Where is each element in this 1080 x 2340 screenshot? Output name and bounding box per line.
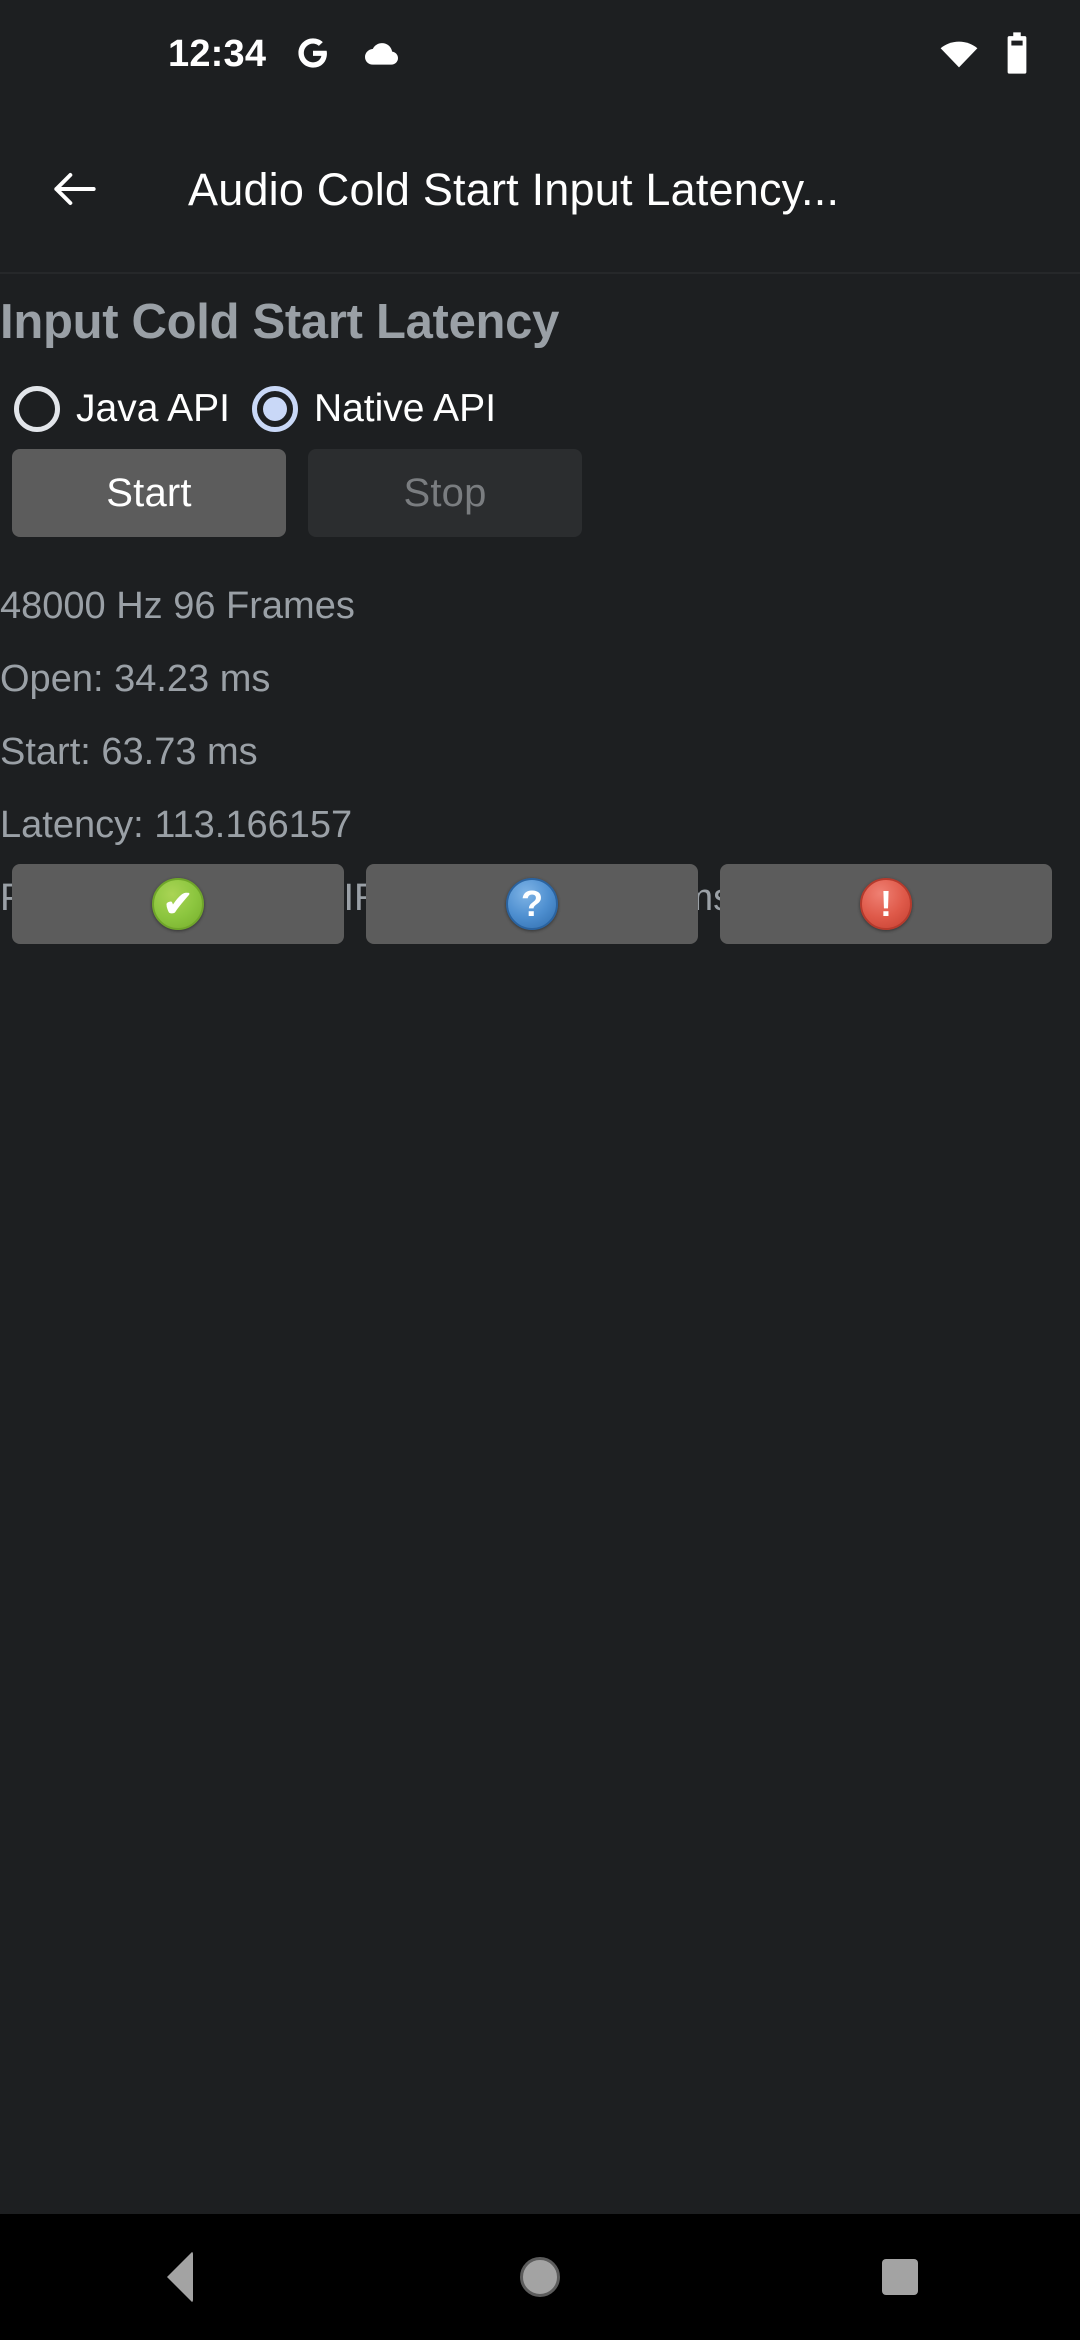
section-title: Input Cold Start Latency <box>0 295 560 349</box>
exclamation-circle-icon: ! <box>860 878 912 930</box>
nav-recents-icon <box>882 2259 918 2295</box>
action-button-row: Start Stop <box>12 449 582 537</box>
pass-button[interactable]: ✔ <box>12 864 344 944</box>
pass-glyph: ✔ <box>162 883 194 924</box>
radio-selected-icon <box>251 386 298 432</box>
radio-option-java-api[interactable]: Java API <box>0 374 238 444</box>
phone-screen: 12:34 Audio Cold Start Input Latency... … <box>0 0 1080 2340</box>
page-title: Audio Cold Start Input Latency... <box>188 164 840 215</box>
battery-icon <box>1002 30 1032 81</box>
info-glyph: ? <box>521 883 543 924</box>
app-bar: Audio Cold Start Input Latency... <box>0 110 1080 272</box>
nav-back-icon <box>167 2251 193 2303</box>
cloud-icon <box>360 38 400 73</box>
nav-recents-button[interactable] <box>720 2214 1080 2340</box>
radio-unselected-icon <box>14 386 60 432</box>
result-line-sample-rate: 48000 Hz 96 Frames <box>0 585 355 627</box>
result-line-open: Open: 34.23 ms <box>0 658 271 700</box>
arrow-back-icon <box>47 161 103 222</box>
verdict-button-row: ✔ ? ! <box>12 864 1052 944</box>
main-content: Input Cold Start Latency Java API Native… <box>0 274 1080 2214</box>
status-bar-left-cluster: 12:34 <box>168 0 400 110</box>
status-bar: 12:34 <box>0 0 1080 110</box>
radio-label-native-api: Native API <box>313 387 497 430</box>
question-circle-icon: ? <box>506 878 558 930</box>
status-bar-clock: 12:34 <box>168 33 267 75</box>
back-button[interactable] <box>0 110 150 272</box>
radio-dot <box>262 397 287 421</box>
nav-home-button[interactable] <box>360 2214 720 2340</box>
radio-option-native-api[interactable]: Native API <box>238 374 504 444</box>
nav-home-icon <box>520 2257 560 2297</box>
result-line-start: Start: 63.73 ms <box>0 731 258 773</box>
nav-back-button[interactable] <box>0 2214 360 2340</box>
result-line-latency: Latency: 113.166157 <box>0 804 353 846</box>
start-button[interactable]: Start <box>12 449 286 537</box>
google-g-icon <box>294 34 332 77</box>
check-circle-icon: ✔ <box>152 878 204 930</box>
info-button[interactable]: ? <box>366 864 698 944</box>
navigation-bar <box>0 2214 1080 2340</box>
wifi-icon <box>938 37 980 74</box>
api-radio-group: Java API Native API <box>0 374 504 444</box>
fail-glyph: ! <box>880 883 892 924</box>
status-bar-right-cluster <box>938 0 1032 110</box>
stop-button: Stop <box>308 449 582 537</box>
fail-button[interactable]: ! <box>720 864 1052 944</box>
radio-label-java-api: Java API <box>76 387 230 430</box>
